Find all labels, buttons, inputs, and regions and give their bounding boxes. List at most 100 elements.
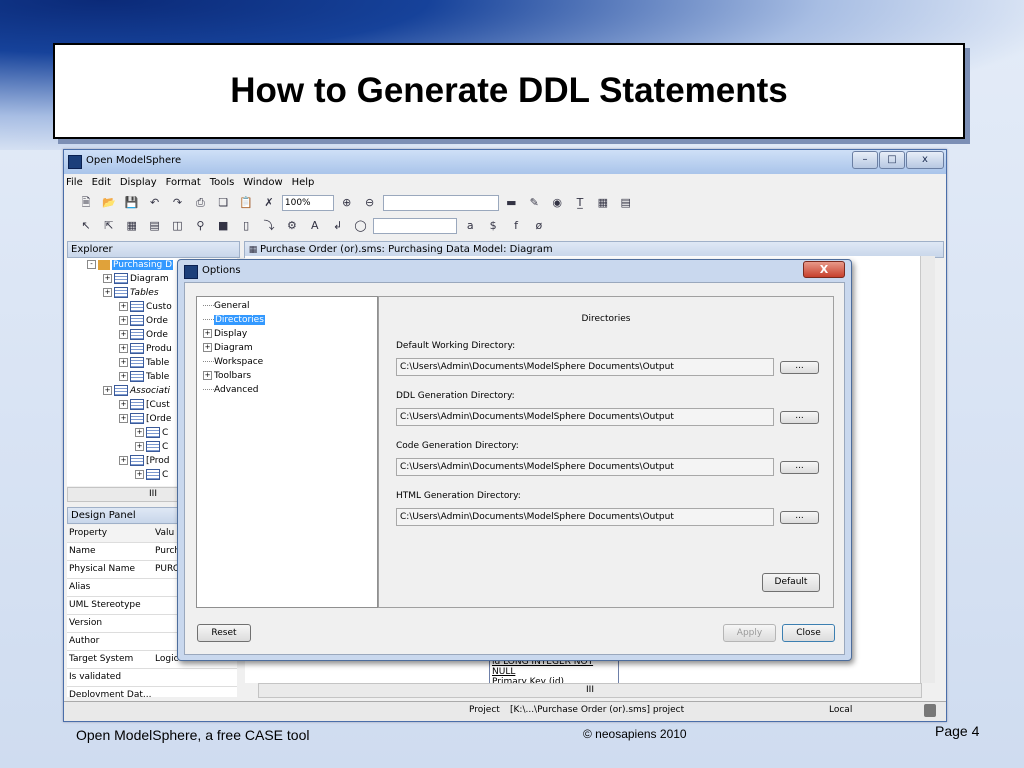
copy-icon[interactable]: ❏ [216,196,230,210]
zoom-out-icon[interactable]: ⊖ [363,196,377,210]
ellipse-tool-icon[interactable]: ◯ [354,219,368,233]
nav-item-toolbars[interactable]: + Toolbars [197,369,377,383]
property-column-header[interactable]: Property [67,525,153,542]
directory-path-field[interactable]: C:\Users\Admin\Documents\ModelSphere Doc… [396,358,774,376]
menu-edit[interactable]: Edit [92,177,111,188]
expand-icon[interactable]: + [119,330,128,339]
menu-format[interactable]: Format [166,177,201,188]
menu-window[interactable]: Window [243,177,282,188]
expand-icon[interactable]: + [119,302,128,311]
expand-icon[interactable]: + [119,456,128,465]
expand-icon[interactable]: + [103,386,112,395]
browse-button[interactable]: ... [780,361,819,374]
currency-icon[interactable]: $ [486,219,500,233]
table-tool-icon[interactable]: ▦ [125,219,139,233]
table-list-icon[interactable]: ▤ [619,196,633,210]
note-tool-icon[interactable]: ▯ [239,219,253,233]
directory-path-field[interactable]: C:\Users\Admin\Documents\ModelSphere Doc… [396,408,774,426]
expand-icon[interactable]: + [103,288,112,297]
clear-format-icon[interactable]: T̲ [573,196,587,210]
expand-icon[interactable]: + [119,358,128,367]
expand-icon[interactable]: + [119,414,128,423]
property-value[interactable] [153,579,155,596]
save-icon[interactable]: 💾 [125,196,139,210]
graphic-tool-icon[interactable]: ■ [216,219,230,233]
expand-icon[interactable]: + [203,329,212,338]
expand-icon[interactable]: + [119,400,128,409]
style-select[interactable] [373,218,458,234]
diagram-vscroll[interactable] [920,256,935,683]
browse-button[interactable]: ... [780,411,819,424]
expand-icon[interactable]: + [119,316,128,325]
property-row[interactable]: Is validated [67,669,237,687]
value-column-header[interactable]: Valu [153,525,174,542]
undo-icon[interactable]: ↶ [148,196,162,210]
expand-icon[interactable]: + [103,274,112,283]
property-value[interactable]: PURC [153,561,179,578]
line-style-icon[interactable]: ▬ [504,196,518,210]
multi-select-icon[interactable]: ⇱ [102,219,116,233]
property-value[interactable]: Logic [153,651,179,668]
maximize-button[interactable]: □ [879,151,905,169]
pen-color-icon[interactable]: ✎ [527,196,541,210]
default-button[interactable]: Default [762,573,820,592]
property-value[interactable] [153,633,155,650]
expand-icon[interactable]: + [135,428,144,437]
property-value[interactable] [153,597,155,614]
paste-icon[interactable]: 📋 [239,196,253,210]
return-tool-icon[interactable]: ↲ [331,219,345,233]
property-row[interactable]: Deployment Dat... [67,687,237,697]
delete-icon[interactable]: ✗ [262,196,276,210]
property-value[interactable] [153,615,155,632]
open-folder-icon[interactable]: 📂 [102,196,116,210]
redo-icon[interactable]: ↷ [171,196,185,210]
expand-icon[interactable]: + [119,344,128,353]
nav-item-advanced[interactable]: Advanced [197,383,377,397]
reset-button[interactable]: Reset [197,624,251,642]
nav-item-directories[interactable]: Directories [197,313,377,327]
package-tool-icon[interactable]: ◫ [171,219,185,233]
close-button[interactable]: Close [782,624,835,642]
property-value[interactable] [153,687,155,697]
font-select[interactable] [382,195,499,211]
minimize-button[interactable]: – [852,151,878,169]
expand-icon[interactable]: + [135,470,144,479]
nav-item-general[interactable]: General [197,299,377,313]
expand-icon[interactable]: + [203,371,212,380]
browse-button[interactable]: ... [780,461,819,474]
zoom-in-icon[interactable]: ⊕ [340,196,354,210]
directory-path-field[interactable]: C:\Users\Admin\Documents\ModelSphere Doc… [396,508,774,526]
fill-color-icon[interactable]: ◉ [550,196,564,210]
print-icon[interactable]: ⎙ [193,196,207,210]
menu-help[interactable]: Help [292,177,315,188]
nav-item-workspace[interactable]: Workspace [197,355,377,369]
dialog-close-button[interactable]: X [803,261,845,278]
function-icon[interactable]: f [509,219,523,233]
directory-path-field[interactable]: C:\Users\Admin\Documents\ModelSphere Doc… [396,458,774,476]
window-close-button[interactable]: x [906,151,944,169]
text-a-icon[interactable]: a [463,219,477,233]
arrow-tool-icon[interactable]: ⤵ [262,219,276,233]
diagram-hscroll[interactable]: III [258,683,922,698]
expand-icon[interactable]: + [135,442,144,451]
select-arrow-icon[interactable]: ↖ [79,219,93,233]
nav-item-display[interactable]: + Display [197,327,377,341]
menu-tools[interactable]: Tools [210,177,235,188]
menu-file[interactable]: File [66,177,83,188]
stamp-tool-icon[interactable]: ⚙ [285,219,299,233]
collapse-icon[interactable]: - [87,260,96,269]
apply-button[interactable]: Apply [723,624,776,642]
link-tool-icon[interactable]: ⚲ [193,219,207,233]
expand-icon[interactable]: + [203,343,212,352]
zoom-select[interactable]: 100% [281,195,334,211]
property-value[interactable] [153,669,155,686]
menu-display[interactable]: Display [120,177,157,188]
view-tool-icon[interactable]: ▤ [148,219,162,233]
null-icon[interactable]: ø [532,219,546,233]
browse-button[interactable]: ... [780,511,819,524]
nav-item-diagram[interactable]: + Diagram [197,341,377,355]
table-grid-icon[interactable]: ▦ [596,196,610,210]
expand-icon[interactable]: + [119,372,128,381]
new-file-icon[interactable]: 🗎 [79,196,93,210]
text-tool-icon[interactable]: A [308,219,322,233]
